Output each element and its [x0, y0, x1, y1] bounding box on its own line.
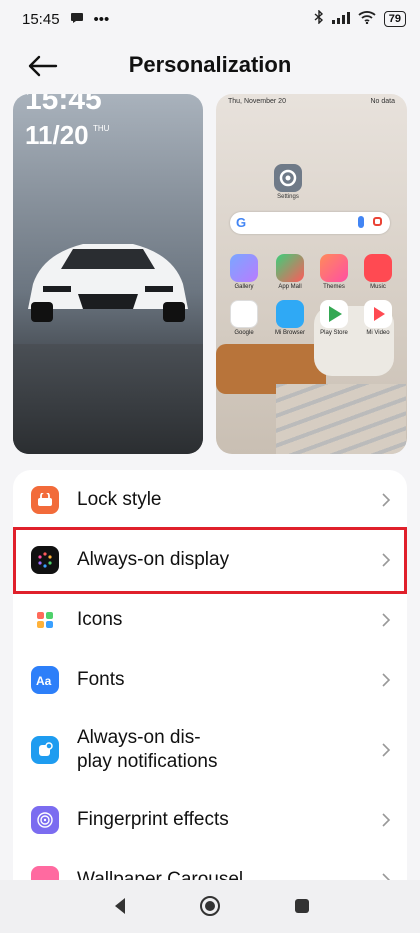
bluetooth-icon — [314, 9, 324, 28]
app-label-play-store: Play Store — [320, 330, 348, 336]
app-label-music: Music — [370, 284, 386, 290]
fonts-icon: Aa — [31, 666, 59, 694]
google-search-widget: G — [230, 212, 390, 234]
mi-browser-icon — [276, 300, 304, 328]
chevron-right-icon — [382, 813, 391, 827]
play-store-icon — [320, 300, 348, 328]
lock-screen-preview[interactable]: 15:45 11/20 THU — [13, 94, 203, 454]
icons-icon — [31, 606, 59, 634]
app-label-themes: Themes — [323, 284, 345, 290]
battery-indicator: 79 — [383, 11, 406, 27]
chevron-right-icon — [382, 493, 391, 507]
fonts-row[interactable]: Aa Fonts — [13, 650, 407, 710]
google-folder-icon — [230, 300, 258, 328]
aod-notifications-row[interactable]: Always-on dis- play notifications — [13, 710, 407, 790]
settings-app-icon — [274, 164, 302, 192]
signal-icon — [331, 11, 350, 28]
home-preview-date: Thu, November 20 — [228, 98, 286, 105]
chevron-right-icon — [382, 673, 391, 687]
app-label-mi-video: Mi Video — [366, 330, 390, 336]
lock-style-row[interactable]: Lock style — [13, 470, 407, 530]
app-label-google: Google — [234, 330, 254, 336]
car-wallpaper-image — [28, 244, 188, 322]
status-time: 15:45 — [22, 10, 60, 28]
chat-notification-icon — [70, 11, 84, 28]
status-bar: 15:45 ••• 79 — [0, 0, 420, 38]
fonts-label: Fonts — [77, 669, 125, 690]
music-app-icon — [364, 254, 392, 282]
icons-row[interactable]: Icons — [13, 590, 407, 650]
app-label-mi-browser: Mi Browser — [274, 330, 305, 336]
app-label-gallery: Gallery — [234, 284, 254, 290]
mic-icon — [358, 216, 364, 228]
fingerprint-effects-label: Fingerprint effects — [77, 809, 229, 830]
lock-style-icon — [31, 486, 59, 514]
nav-back-icon — [115, 898, 125, 914]
highlight-box — [13, 527, 407, 594]
lock-style-label: Lock style — [77, 489, 162, 510]
rack-image — [276, 384, 406, 454]
road-image — [13, 344, 203, 454]
svg-text:Aa: Aa — [36, 674, 52, 687]
google-g-icon: G — [236, 215, 247, 230]
nav-back-button[interactable] — [108, 894, 132, 918]
nav-home-button[interactable] — [198, 894, 222, 918]
aod-notifications-icon — [31, 736, 59, 764]
nav-recents-button[interactable] — [290, 894, 314, 918]
chevron-right-icon — [382, 613, 391, 627]
app-mall-icon — [276, 254, 304, 282]
aod-notifications-label: Always-on dis- play notifications — [77, 727, 218, 772]
home-screen-preview[interactable]: Thu, November 20 No data Settings G Gall… — [216, 94, 407, 454]
fingerprint-icon — [31, 806, 59, 834]
settings-app-label: Settings — [277, 194, 299, 200]
lock-preview-date: 11/20 — [25, 120, 89, 150]
mi-video-icon — [364, 300, 392, 328]
nav-recents-icon — [295, 899, 309, 913]
app-label-app-mall: App Mall — [278, 284, 302, 290]
gallery-app-icon — [230, 254, 258, 282]
chevron-right-icon — [382, 743, 391, 757]
page-title: Personalization — [128, 52, 292, 77]
wifi-icon — [358, 10, 376, 28]
lock-preview-time: 15:45 — [25, 94, 102, 116]
header: Personalization — [0, 38, 420, 94]
lock-preview-weekday: THU — [93, 124, 110, 133]
lens-icon — [373, 217, 382, 226]
icons-label: Icons — [77, 609, 123, 630]
themes-app-icon — [320, 254, 348, 282]
nav-home-icon — [200, 896, 220, 916]
fingerprint-effects-row[interactable]: Fingerprint effects — [13, 790, 407, 850]
more-notifications-icon: ••• — [93, 10, 110, 28]
navigation-bar — [0, 880, 420, 933]
home-preview-weather: No data — [370, 98, 395, 105]
